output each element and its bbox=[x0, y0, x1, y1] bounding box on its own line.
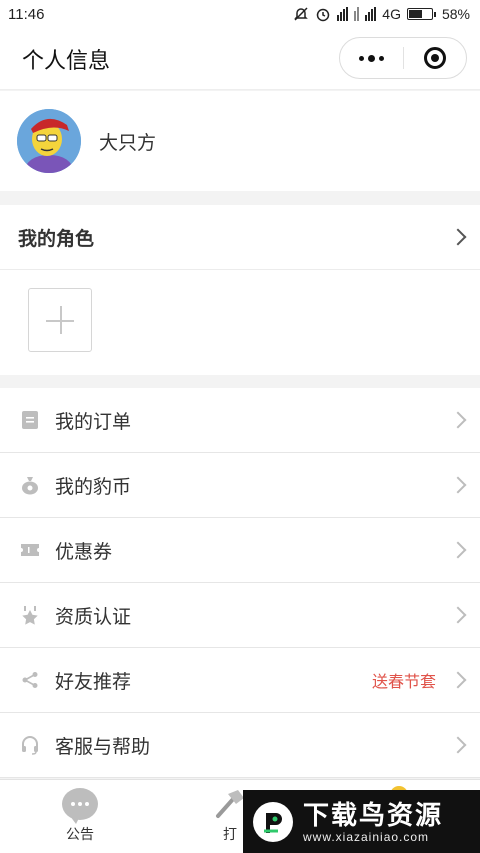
menu-label: 资质认证 bbox=[55, 606, 132, 628]
signal-icon-2 bbox=[365, 7, 377, 21]
network-type: 4G bbox=[382, 6, 401, 22]
menu-label: 客服与帮助 bbox=[55, 736, 151, 758]
bird-logo-icon bbox=[253, 801, 293, 842]
add-role-button[interactable] bbox=[28, 288, 92, 352]
menu-item-coupons[interactable]: 优惠券 bbox=[0, 518, 480, 583]
status-bar: 11:46 4G 58% bbox=[0, 0, 480, 28]
status-time: 11:46 bbox=[8, 5, 45, 23]
menu-item-support[interactable]: 客服与帮助 bbox=[0, 713, 480, 778]
promo-text: 送春节套 bbox=[371, 674, 436, 691]
share-icon bbox=[20, 670, 40, 690]
status-icons: 4G 58% bbox=[293, 6, 470, 22]
battery-percent: 58% bbox=[441, 6, 470, 22]
target-close-icon bbox=[423, 47, 446, 69]
page-title: 个人信息 bbox=[22, 47, 111, 73]
roles-header[interactable]: 我的角色 bbox=[0, 205, 480, 270]
nav-bar: 个人信息 bbox=[0, 28, 480, 90]
menu-item-orders[interactable]: 我的订单 bbox=[0, 388, 480, 453]
chevron-right-icon bbox=[449, 671, 467, 689]
roles-title: 我的角色 bbox=[18, 228, 95, 250]
battery-icon bbox=[406, 8, 436, 20]
watermark-url: www.xiazainiao.com bbox=[303, 829, 430, 844]
chevron-right-icon bbox=[449, 606, 467, 624]
menu-label: 我的豹币 bbox=[55, 476, 132, 498]
watermark-banner: 下载鸟资源 www.xiazainiao.com bbox=[243, 790, 480, 853]
alarm-icon bbox=[317, 8, 330, 22]
more-button[interactable] bbox=[340, 38, 403, 78]
menu-list: 我的订单 我的豹币 优惠券 资质认证 好友推荐 送春节套 客服与帮助 bbox=[0, 388, 480, 778]
menu-item-certification[interactable]: 资质认证 bbox=[0, 583, 480, 648]
badge-icon bbox=[20, 605, 40, 625]
chevron-right-icon bbox=[449, 736, 467, 754]
tab-notice[interactable]: 公告 bbox=[40, 788, 120, 844]
order-icon bbox=[20, 410, 40, 430]
menu-item-coins[interactable]: 我的豹币 bbox=[0, 453, 480, 518]
mute-icon bbox=[294, 7, 309, 21]
avatar[interactable] bbox=[17, 109, 81, 173]
menu-label: 优惠券 bbox=[55, 541, 113, 563]
close-button[interactable] bbox=[404, 38, 467, 78]
menu-label: 好友推荐 bbox=[55, 671, 132, 693]
chevron-right-icon bbox=[449, 541, 467, 559]
tab-label: 打 bbox=[223, 826, 237, 842]
chat-bubble-icon bbox=[62, 788, 98, 824]
miniprogram-capsule bbox=[339, 37, 467, 79]
more-dots-icon bbox=[358, 54, 384, 62]
watermark-title: 下载鸟资源 bbox=[303, 799, 444, 830]
profile-card[interactable]: 大只方 bbox=[0, 91, 480, 191]
chevron-right-icon bbox=[449, 476, 467, 494]
chevron-right-icon bbox=[449, 411, 467, 429]
coin-bag-icon bbox=[20, 475, 40, 495]
chevron-right-icon bbox=[449, 228, 467, 246]
menu-item-referral[interactable]: 好友推荐 送春节套 bbox=[0, 648, 480, 713]
plus-icon-vertical bbox=[60, 306, 62, 334]
coupon-icon bbox=[20, 540, 40, 560]
cartoon-avatar-icon bbox=[17, 109, 81, 173]
tab-label: 公告 bbox=[66, 826, 94, 842]
headset-icon bbox=[20, 735, 40, 755]
username: 大只方 bbox=[99, 132, 157, 154]
menu-label: 我的订单 bbox=[55, 411, 132, 433]
signal-icon bbox=[337, 7, 349, 21]
data-arrows-icon bbox=[354, 7, 360, 21]
roles-section: 我的角色 bbox=[0, 205, 480, 375]
